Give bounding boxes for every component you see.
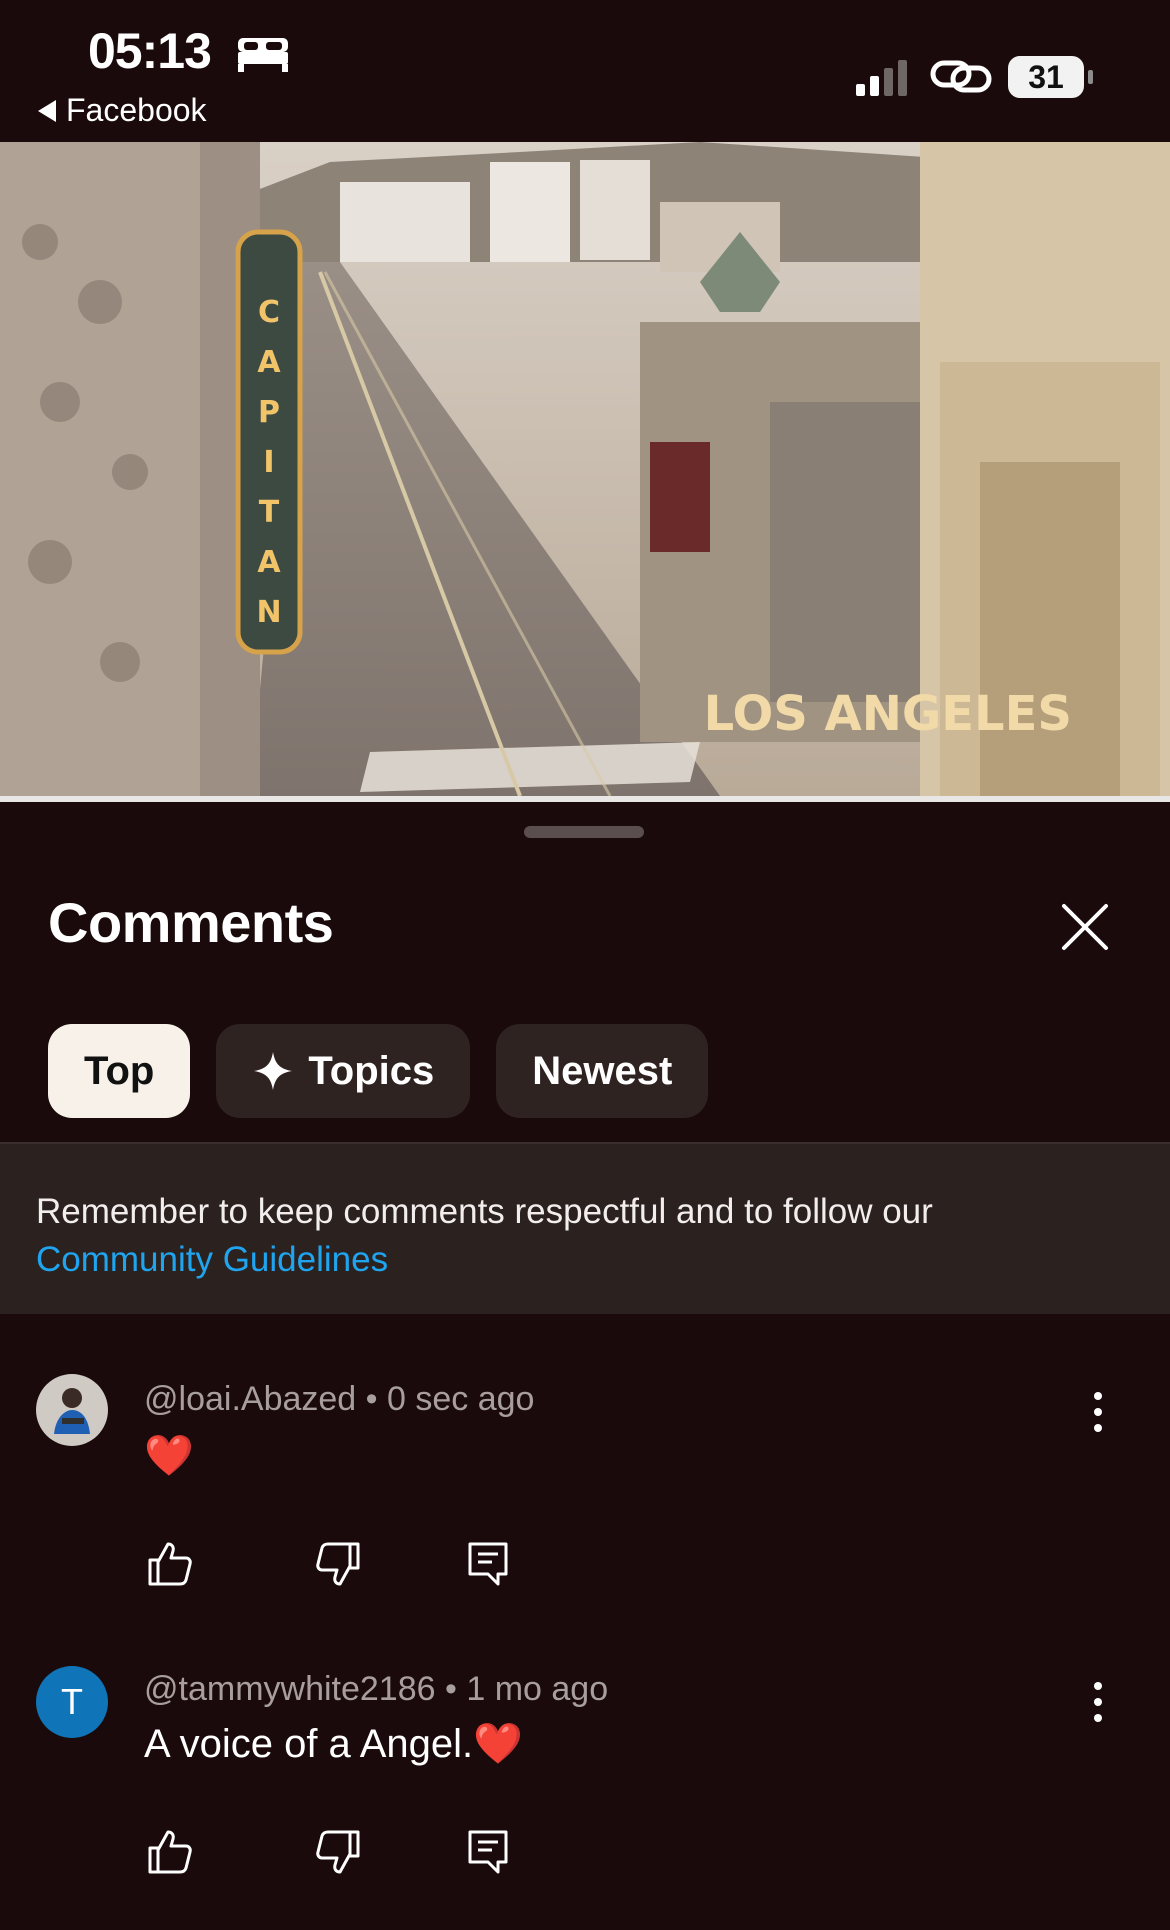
cellular-signal-icon	[856, 60, 907, 96]
chip-topics[interactable]: Topics	[216, 1024, 471, 1118]
avatar[interactable]: T	[36, 1666, 108, 1738]
chip-newest[interactable]: Newest	[496, 1024, 709, 1118]
chip-top-label: Top	[84, 1048, 155, 1093]
video-player[interactable]: C A P I T A N LOS ANGELES	[0, 142, 1170, 796]
sign-letter-2: A	[257, 345, 281, 380]
comment-actions	[144, 1538, 514, 1590]
meta-separator: •	[365, 1380, 388, 1418]
comments-title: Comments	[48, 891, 334, 954]
more-options-icon[interactable]	[1086, 1680, 1110, 1724]
comment-meta: @loai.Abazed • 0 sec ago	[144, 1380, 534, 1419]
avatar[interactable]	[36, 1374, 108, 1446]
thumbs-down-icon[interactable]	[312, 1826, 364, 1878]
notice-text-block: Remember to keep comments respectful and…	[36, 1188, 933, 1284]
comment-time: 1 mo ago	[466, 1670, 609, 1708]
comment-actions	[144, 1826, 514, 1878]
comment-text: A voice of a Angel.❤️	[144, 1722, 523, 1766]
sign-letter-5: T	[259, 495, 280, 530]
community-guidelines-link[interactable]: Community Guidelines	[36, 1240, 388, 1279]
comment-sort-chips: Top Topics Newest	[48, 1024, 709, 1118]
back-app-label: Facebook	[66, 92, 207, 128]
avatar-letter: T	[61, 1681, 83, 1722]
status-time: 05:13	[88, 23, 212, 79]
chip-top[interactable]: Top	[48, 1024, 191, 1118]
sheet-drag-handle[interactable]	[524, 826, 644, 838]
status-bar: 05:13 Facebook 31	[0, 0, 1170, 142]
more-options-icon[interactable]	[1086, 1390, 1110, 1434]
sleep-bed-icon	[238, 38, 288, 72]
thumbs-up-icon[interactable]	[144, 1826, 196, 1878]
comments-sheet: Comments Top Topics Newest Remember to k…	[0, 802, 1170, 1930]
chip-topics-label: Topics	[308, 1048, 435, 1093]
sparkle-icon	[254, 1052, 293, 1090]
chip-newest-label: Newest	[532, 1048, 673, 1093]
sign-letter-7: N	[256, 595, 281, 630]
video-overlay-text: LOS ANGELES	[704, 686, 1072, 742]
sign-letter-6: A	[257, 545, 281, 580]
back-triangle-icon	[38, 99, 56, 122]
thumbs-down-icon[interactable]	[312, 1538, 364, 1590]
sign-letter-3: P	[258, 395, 280, 430]
battery-cap	[1088, 70, 1093, 84]
comment-author[interactable]: @loai.Abazed	[144, 1380, 356, 1418]
back-to-app-link[interactable]: Facebook	[38, 92, 207, 129]
comment-author[interactable]: @tammywhite2186	[144, 1670, 436, 1708]
video-frame: C A P I T A N LOS ANGELES	[0, 142, 1170, 796]
battery-level: 31	[1008, 56, 1084, 98]
close-icon[interactable]	[1060, 902, 1110, 952]
comment-meta: @tammywhite2186 • 1 mo ago	[144, 1670, 608, 1709]
comment-time: 0 sec ago	[387, 1380, 535, 1418]
reply-icon[interactable]	[462, 1826, 514, 1878]
battery-indicator: 31	[1008, 56, 1093, 98]
avatar-photo-icon	[36, 1374, 108, 1446]
reply-icon[interactable]	[462, 1538, 514, 1590]
comment-text: ❤️	[144, 1434, 194, 1478]
thumbs-up-icon[interactable]	[144, 1538, 196, 1590]
notice-message: Remember to keep comments respectful and…	[36, 1192, 933, 1231]
meta-separator: •	[444, 1670, 467, 1708]
community-notice: Remember to keep comments respectful and…	[0, 1142, 1170, 1314]
sign-letter-1: C	[258, 295, 280, 330]
personal-hotspot-icon	[930, 60, 992, 93]
sign-letter-4: I	[263, 445, 274, 480]
